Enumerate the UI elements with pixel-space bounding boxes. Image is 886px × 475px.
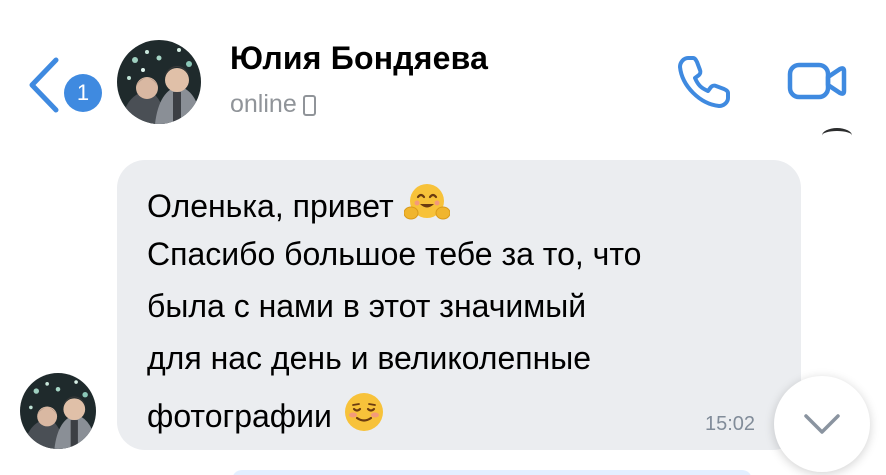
hugging-face-emoji xyxy=(403,181,451,231)
chevron-left-icon xyxy=(29,57,59,113)
call-button[interactable] xyxy=(674,52,734,112)
scroll-down-button[interactable] xyxy=(774,376,870,472)
smiling-face-emoji xyxy=(342,390,386,442)
avatar-photo xyxy=(117,40,201,124)
avatar-photo xyxy=(20,373,96,449)
sender-avatar[interactable] xyxy=(20,373,96,449)
contact-name[interactable]: Юлия Бондяева xyxy=(230,40,488,77)
message-text: Спасибо большое тебе за то, что xyxy=(147,236,642,272)
header-divider xyxy=(822,128,852,143)
avatar[interactable] xyxy=(117,40,201,124)
message-text: для нас день и великолепные xyxy=(147,340,592,376)
phone-icon xyxy=(678,56,730,108)
message-line: Оленька, привет xyxy=(147,181,451,231)
outgoing-message-bubble[interactable] xyxy=(232,470,752,475)
back-button[interactable]: 1 xyxy=(20,34,102,114)
message-line: для нас день и великолепные xyxy=(147,340,591,377)
video-camera-icon xyxy=(787,62,847,100)
chat-screen: 1 Юлия Бондяева online Оленька, привет С… xyxy=(0,0,886,475)
message-time: 15:02 xyxy=(705,413,756,435)
chevron-down-icon xyxy=(804,414,840,434)
contact-status: online xyxy=(230,90,316,119)
mobile-phone-icon xyxy=(302,95,316,116)
message-line: была с нами в этот значимый xyxy=(147,288,586,325)
message-bubble[interactable]: Оленька, привет Спасибо большое тебе за … xyxy=(117,160,801,450)
message-line: фотографии xyxy=(147,390,386,442)
message-text: фотографии xyxy=(147,397,332,434)
status-text: online xyxy=(230,90,297,118)
message-text: была с нами в этот значимый xyxy=(147,288,587,324)
message-text: Оленька, привет xyxy=(147,187,394,224)
video-call-button[interactable] xyxy=(786,56,848,106)
message-line: Спасибо большое тебе за то, что xyxy=(147,236,641,273)
chat-header: 1 Юлия Бондяева online xyxy=(0,0,886,138)
unread-badge: 1 xyxy=(64,74,102,112)
